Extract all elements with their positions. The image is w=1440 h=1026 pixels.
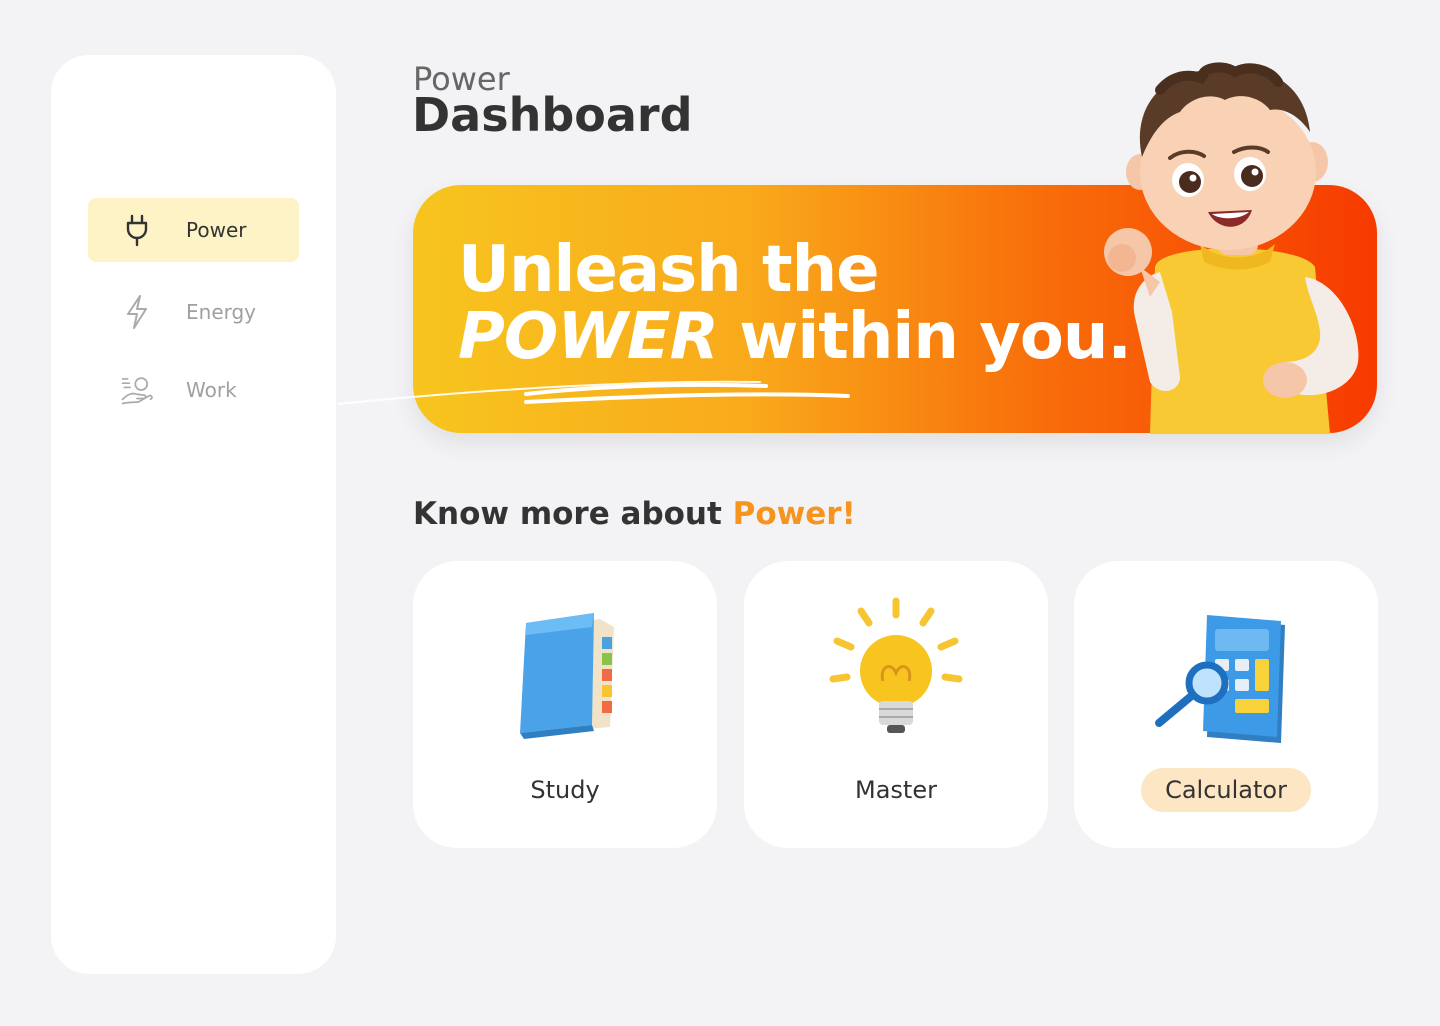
section-heading-accent: Power!: [732, 496, 856, 532]
sidebar-item-label: Energy: [186, 300, 257, 324]
sidebar-item-power[interactable]: Power: [88, 198, 299, 262]
banner-line2-rest: within you.: [717, 300, 1132, 374]
book-icon: [520, 613, 614, 739]
character-illustration: [1104, 62, 1359, 434]
sidebar-item-energy[interactable]: Energy: [88, 280, 299, 344]
sidebar: Power Energy Work: [51, 55, 336, 974]
banner-headline-line1: Unleash the: [458, 233, 880, 307]
sidebar-item-work[interactable]: Work: [88, 358, 299, 422]
underline-swoosh: [337, 380, 850, 405]
card-label: Study: [530, 776, 600, 804]
lightning-icon: [120, 295, 154, 329]
plug-icon: [120, 213, 154, 247]
card-calculator[interactable]: Calculator: [1074, 561, 1378, 848]
work-icon: [120, 373, 154, 407]
section-heading: Know more about Power!: [413, 496, 856, 532]
page-title: Dashboard: [412, 88, 693, 142]
lightbulb-icon: [829, 597, 963, 733]
calculator-icon: [1155, 615, 1285, 743]
card-label: Calculator: [1141, 768, 1311, 812]
card-master[interactable]: Master: [744, 561, 1048, 848]
card-label: Master: [855, 776, 937, 804]
banner-headline-line2: POWER within you.: [458, 300, 1132, 374]
sidebar-item-label: Power: [186, 218, 247, 242]
sidebar-item-label: Work: [186, 378, 237, 402]
card-study[interactable]: Study: [413, 561, 717, 848]
banner-emphasis: POWER: [458, 300, 719, 374]
section-heading-prefix: Know more about: [413, 496, 733, 532]
